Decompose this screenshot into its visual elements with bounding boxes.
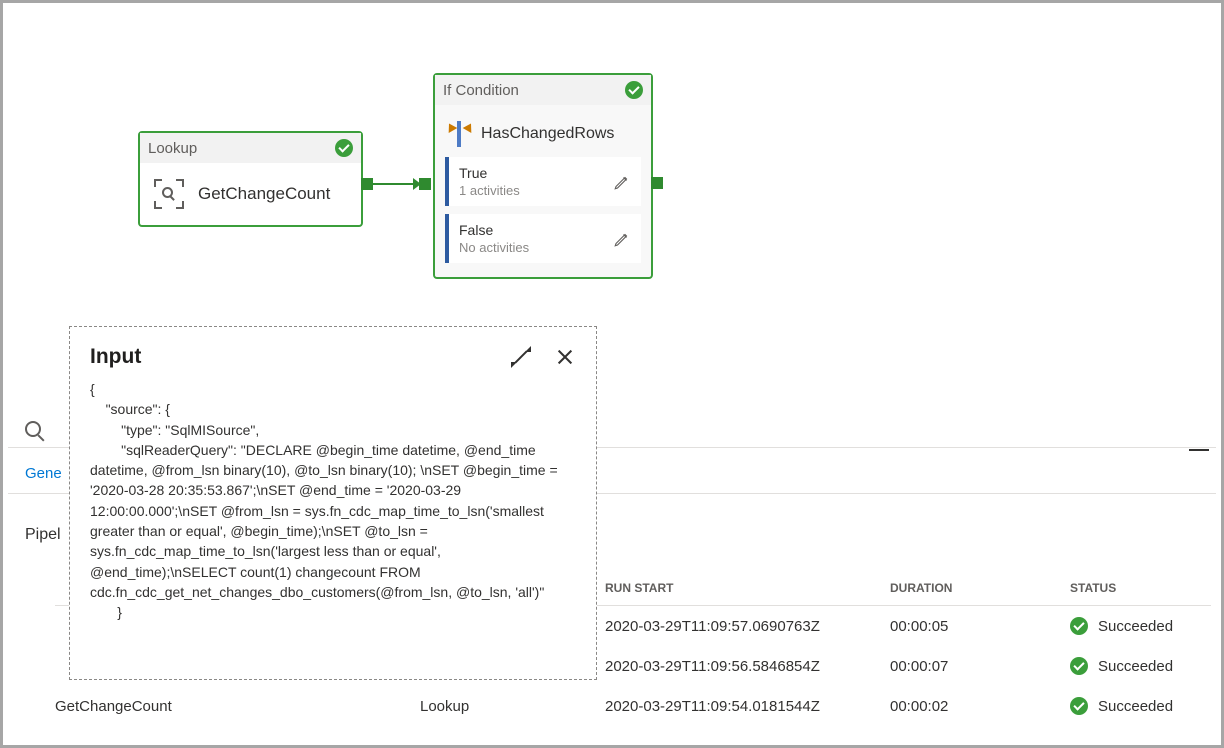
cell-duration: 00:00:02 — [890, 698, 1070, 715]
col-duration: DURATION — [890, 581, 1070, 595]
search-icon[interactable] — [25, 421, 41, 437]
cell-run-start: 2020-03-29T11:09:54.0181544Z — [605, 698, 890, 715]
status-text: Succeeded — [1098, 658, 1173, 675]
cell-status: Succeeded — [1070, 697, 1224, 715]
expand-icon[interactable] — [510, 346, 532, 368]
ifcondition-node-title: HasChangedRows — [481, 125, 614, 143]
branch-icon — [449, 121, 471, 147]
popup-title: Input — [90, 345, 141, 369]
cell-status: Succeeded — [1070, 617, 1224, 635]
col-run-start: RUN START — [605, 581, 890, 595]
cell-duration: 00:00:07 — [890, 658, 1070, 675]
lookup-header-text: Lookup — [148, 140, 197, 157]
cell-type: Lookup — [420, 698, 605, 715]
success-check-icon — [1070, 617, 1088, 635]
table-row[interactable]: GetChangeCount Lookup 2020-03-29T11:09:5… — [55, 686, 1211, 726]
cell-run-start: 2020-03-29T11:09:56.5846854Z — [605, 658, 890, 675]
if-true-branch[interactable]: True 1 activities — [445, 157, 641, 206]
if-false-branch[interactable]: False No activities — [445, 214, 641, 263]
lookup-node-title: GetChangeCount — [198, 184, 330, 204]
close-icon[interactable] — [554, 346, 576, 368]
success-check-icon — [1070, 657, 1088, 675]
if-false-sub: No activities — [459, 240, 529, 255]
if-true-sub: 1 activities — [459, 183, 520, 198]
col-status: STATUS — [1070, 581, 1224, 595]
lookup-node-header: Lookup — [140, 133, 361, 163]
edit-icon[interactable] — [613, 230, 631, 248]
success-check-icon — [1070, 697, 1088, 715]
input-popup[interactable]: Input { "source": { "type": "SqlMISource… — [69, 326, 597, 680]
status-text: Succeeded — [1098, 698, 1173, 715]
collapse-icon[interactable] — [1189, 449, 1209, 451]
lookup-icon — [154, 179, 184, 209]
general-tab[interactable]: Gene — [25, 465, 62, 482]
cell-run-start: 2020-03-29T11:09:57.0690763Z — [605, 618, 890, 635]
ifcondition-header-text: If Condition — [443, 82, 519, 99]
popup-body[interactable]: { "source": { "type": "SqlMISource", "sq… — [90, 379, 576, 657]
edit-icon[interactable] — [613, 173, 631, 191]
success-check-icon — [625, 81, 643, 99]
cell-status: Succeeded — [1070, 657, 1224, 675]
ifcondition-activity-node[interactable]: If Condition HasChangedRows True 1 activ… — [433, 73, 653, 279]
if-false-label: False — [459, 222, 529, 238]
success-check-icon — [335, 139, 353, 157]
ifcondition-node-header: If Condition — [435, 75, 651, 105]
cell-name: GetChangeCount — [55, 698, 420, 715]
connector-out-stub — [651, 177, 663, 189]
connector-lookup-to-if — [361, 177, 431, 191]
status-text: Succeeded — [1098, 618, 1173, 635]
if-true-label: True — [459, 165, 520, 181]
pipeline-label: Pipel — [25, 526, 61, 544]
cell-duration: 00:00:05 — [890, 618, 1070, 635]
lookup-activity-node[interactable]: Lookup GetChangeCount — [138, 131, 363, 227]
